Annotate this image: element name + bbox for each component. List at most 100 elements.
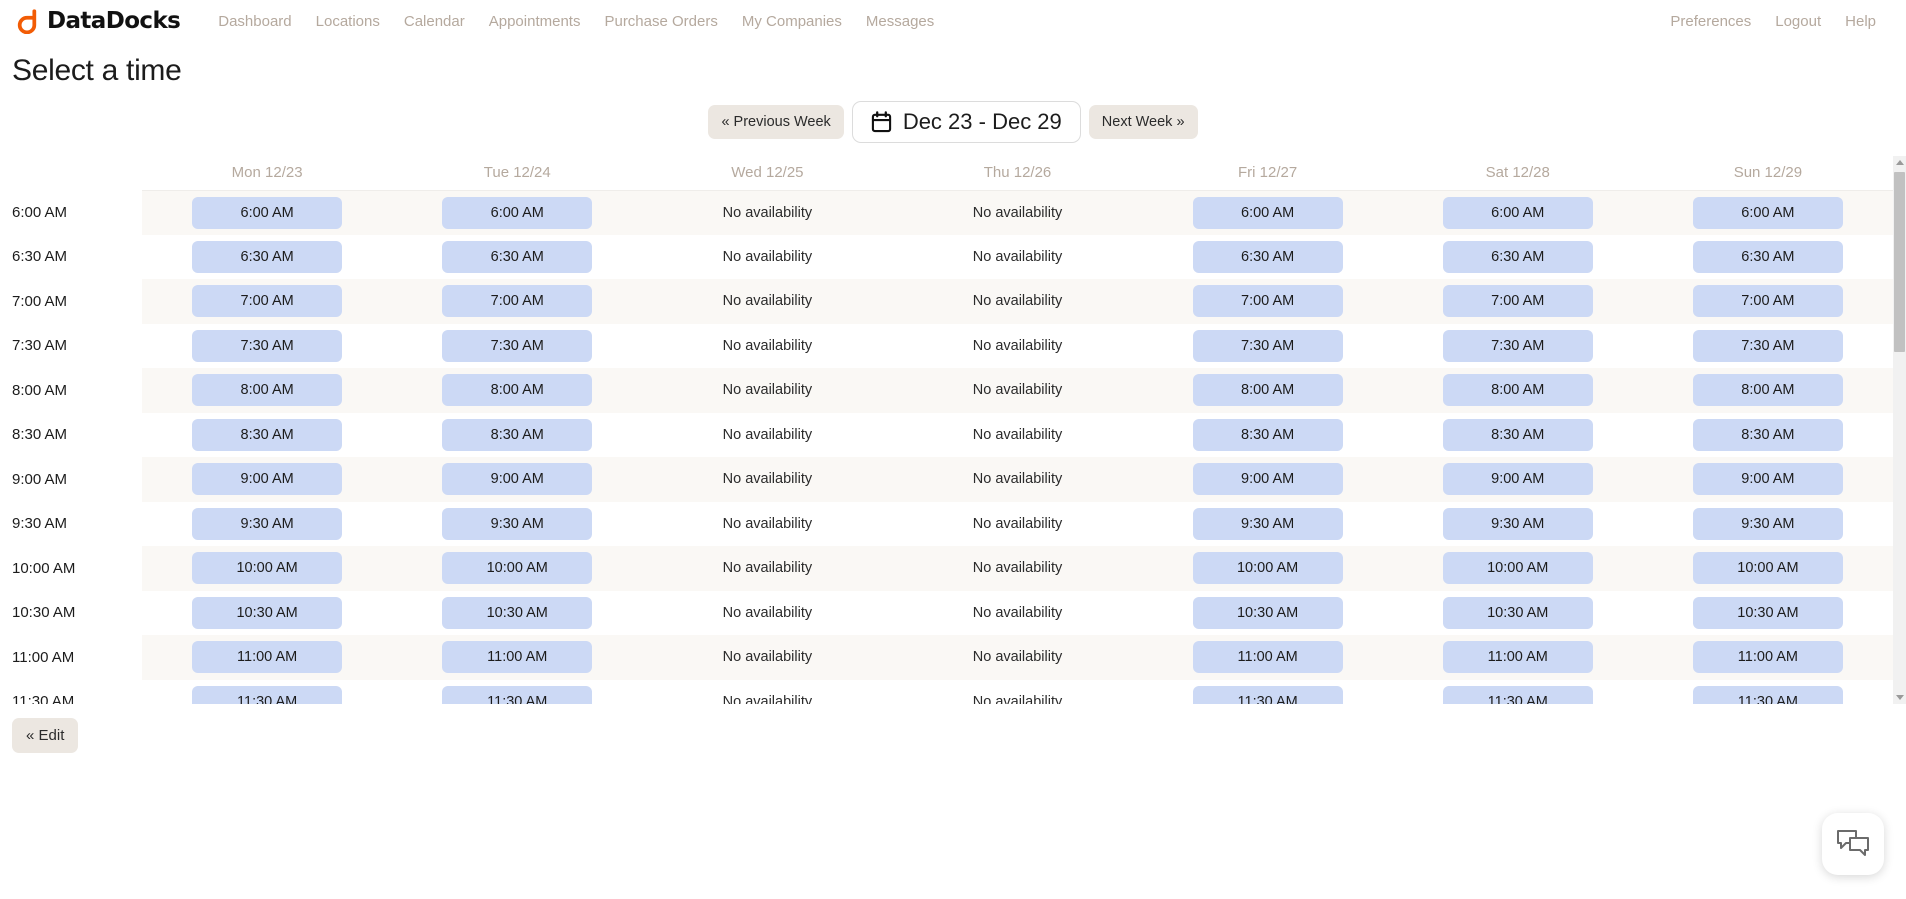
datadocks-spiral-logo-icon (14, 8, 40, 35)
nav-item-locations[interactable]: Locations (304, 9, 392, 34)
time-slot-button[interactable]: 11:30 AM (442, 685, 593, 704)
time-slot-button[interactable]: 9:00 AM (1192, 463, 1343, 496)
time-slot-button[interactable]: 10:00 AM (192, 552, 343, 585)
time-slot-button[interactable]: 10:30 AM (192, 596, 343, 629)
time-slot-button[interactable]: 8:00 AM (1192, 374, 1343, 407)
time-slot-button[interactable]: 6:00 AM (1692, 196, 1843, 229)
time-slot-button[interactable]: 11:00 AM (1192, 641, 1343, 674)
time-slot-button[interactable]: 8:00 AM (1692, 374, 1843, 407)
nav-item-dashboard[interactable]: Dashboard (206, 9, 303, 34)
no-availability-label: No availability (722, 426, 813, 443)
chat-widget-button[interactable] (1822, 813, 1884, 875)
grid-cell: No availability (642, 234, 893, 279)
time-row: 9:30 AM 9:30 AM 9:30 AM No availability No a… (0, 501, 1893, 546)
time-slot-button[interactable]: 7:00 AM (1692, 285, 1843, 318)
nav-item-appointments[interactable]: Appointments (477, 9, 593, 34)
time-slot-button[interactable]: 11:30 AM (192, 685, 343, 704)
time-slot-button[interactable]: 8:30 AM (1442, 418, 1593, 451)
grid-cell: 7:00 AM (392, 279, 643, 324)
time-slot-button[interactable]: 7:00 AM (1442, 285, 1593, 318)
scrollbar-thumb[interactable] (1894, 172, 1905, 352)
time-slot-button[interactable]: 6:00 AM (192, 196, 343, 229)
time-slot-button[interactable]: 7:30 AM (1692, 329, 1843, 362)
nav-item-preferences[interactable]: Preferences (1658, 9, 1763, 34)
grid-cell: No availability (892, 412, 1143, 457)
time-slot-button[interactable]: 6:30 AM (442, 240, 593, 273)
time-slot-button[interactable]: 7:00 AM (1192, 285, 1343, 318)
grid-cell: No availability (642, 590, 893, 635)
time-slot-button[interactable]: 10:30 AM (1692, 596, 1843, 629)
time-row: 8:30 AM 8:30 AM 8:30 AM No availability No a… (0, 412, 1893, 457)
grid-vertical-scrollbar[interactable] (1893, 156, 1906, 704)
time-slot-button[interactable]: 11:00 AM (442, 641, 593, 674)
row-time-label: 11:30 AM (0, 679, 143, 704)
nav-item-calendar[interactable]: Calendar (392, 9, 477, 34)
time-slot-button[interactable]: 8:30 AM (192, 418, 343, 451)
nav-item-logout[interactable]: Logout (1763, 9, 1833, 34)
no-availability-label: No availability (722, 293, 813, 310)
nav-item-purchase-orders[interactable]: Purchase Orders (592, 9, 729, 34)
day-column-header: Sun 12/29 (1642, 156, 1893, 191)
grid-cell: 11:00 AM (1642, 635, 1893, 680)
brand-logo-link[interactable]: DataDocks (14, 8, 181, 35)
time-slot-button[interactable]: 11:00 AM (1442, 641, 1593, 674)
time-slot-button[interactable]: 8:00 AM (192, 374, 343, 407)
grid-cell: 8:30 AM (1392, 412, 1643, 457)
time-slot-button[interactable]: 10:00 AM (1442, 552, 1593, 585)
time-slot-button[interactable]: 10:00 AM (1692, 552, 1843, 585)
time-slot-button[interactable]: 10:00 AM (1192, 552, 1343, 585)
time-slot-button[interactable]: 11:30 AM (1442, 685, 1593, 704)
time-slot-button[interactable]: 9:30 AM (1692, 507, 1843, 540)
time-slot-button[interactable]: 9:30 AM (1192, 507, 1343, 540)
scroll-down-arrow-icon[interactable] (1893, 691, 1906, 704)
time-slot-button[interactable]: 8:30 AM (1692, 418, 1843, 451)
time-slot-button[interactable]: 11:30 AM (1192, 685, 1343, 704)
edit-button[interactable]: « Edit (12, 718, 79, 753)
nav-item-my-companies[interactable]: My Companies (730, 9, 854, 34)
time-slot-button[interactable]: 6:00 AM (442, 196, 593, 229)
nav-item-messages[interactable]: Messages (854, 9, 946, 34)
day-column-header: Sat 12/28 (1392, 156, 1643, 191)
time-slot-button[interactable]: 6:30 AM (1442, 240, 1593, 273)
time-slot-button[interactable]: 10:30 AM (1442, 596, 1593, 629)
grid-cell: 9:00 AM (392, 457, 643, 502)
time-slot-button[interactable]: 9:00 AM (442, 463, 593, 496)
time-slot-button[interactable]: 9:30 AM (192, 507, 343, 540)
time-slot-button[interactable]: 6:30 AM (1692, 240, 1843, 273)
grid-cell: 9:30 AM (1142, 501, 1393, 546)
time-slot-button[interactable]: 9:00 AM (1692, 463, 1843, 496)
next-week-button[interactable]: Next Week » (1088, 105, 1198, 139)
previous-week-button[interactable]: « Previous Week (708, 105, 844, 139)
time-slot-button[interactable]: 8:30 AM (1192, 418, 1343, 451)
time-slot-button[interactable]: 6:30 AM (192, 240, 343, 273)
time-slot-button[interactable]: 7:30 AM (192, 329, 343, 362)
time-slot-button[interactable]: 8:00 AM (1442, 374, 1593, 407)
nav-item-help[interactable]: Help (1833, 9, 1888, 34)
time-slot-button[interactable]: 10:00 AM (442, 552, 593, 585)
time-slot-button[interactable]: 7:30 AM (1442, 329, 1593, 362)
time-slot-button[interactable]: 11:00 AM (192, 641, 343, 674)
time-row: 11:00 AM 11:00 AM 11:00 AM No availability N… (0, 635, 1893, 680)
time-slot-button[interactable]: 9:30 AM (1442, 507, 1593, 540)
time-slot-button[interactable]: 10:30 AM (1192, 596, 1343, 629)
grid-cell: No availability (892, 635, 1143, 680)
time-slot-button[interactable]: 7:00 AM (192, 285, 343, 318)
week-range-picker[interactable]: Dec 23 - Dec 29 (851, 101, 1081, 143)
time-slot-button[interactable]: 8:30 AM (442, 418, 593, 451)
time-slot-button[interactable]: 11:30 AM (1692, 685, 1843, 704)
week-navigation: « Previous Week Dec 23 - Dec 29 Next Wee… (0, 100, 1906, 144)
scroll-up-arrow-icon[interactable] (1893, 156, 1906, 169)
time-slot-button[interactable]: 6:00 AM (1192, 196, 1343, 229)
time-slot-button[interactable]: 9:00 AM (1442, 463, 1593, 496)
time-slot-button[interactable]: 7:00 AM (442, 285, 593, 318)
time-slot-button[interactable]: 9:30 AM (442, 507, 593, 540)
time-slot-button[interactable]: 6:00 AM (1442, 196, 1593, 229)
time-slot-button[interactable]: 11:00 AM (1692, 641, 1843, 674)
grid-cell: 7:30 AM (1642, 323, 1893, 368)
time-slot-button[interactable]: 9:00 AM (192, 463, 343, 496)
time-slot-button[interactable]: 6:30 AM (1192, 240, 1343, 273)
time-slot-button[interactable]: 7:30 AM (1192, 329, 1343, 362)
time-slot-button[interactable]: 8:00 AM (442, 374, 593, 407)
time-slot-button[interactable]: 10:30 AM (442, 596, 593, 629)
time-slot-button[interactable]: 7:30 AM (442, 329, 593, 362)
